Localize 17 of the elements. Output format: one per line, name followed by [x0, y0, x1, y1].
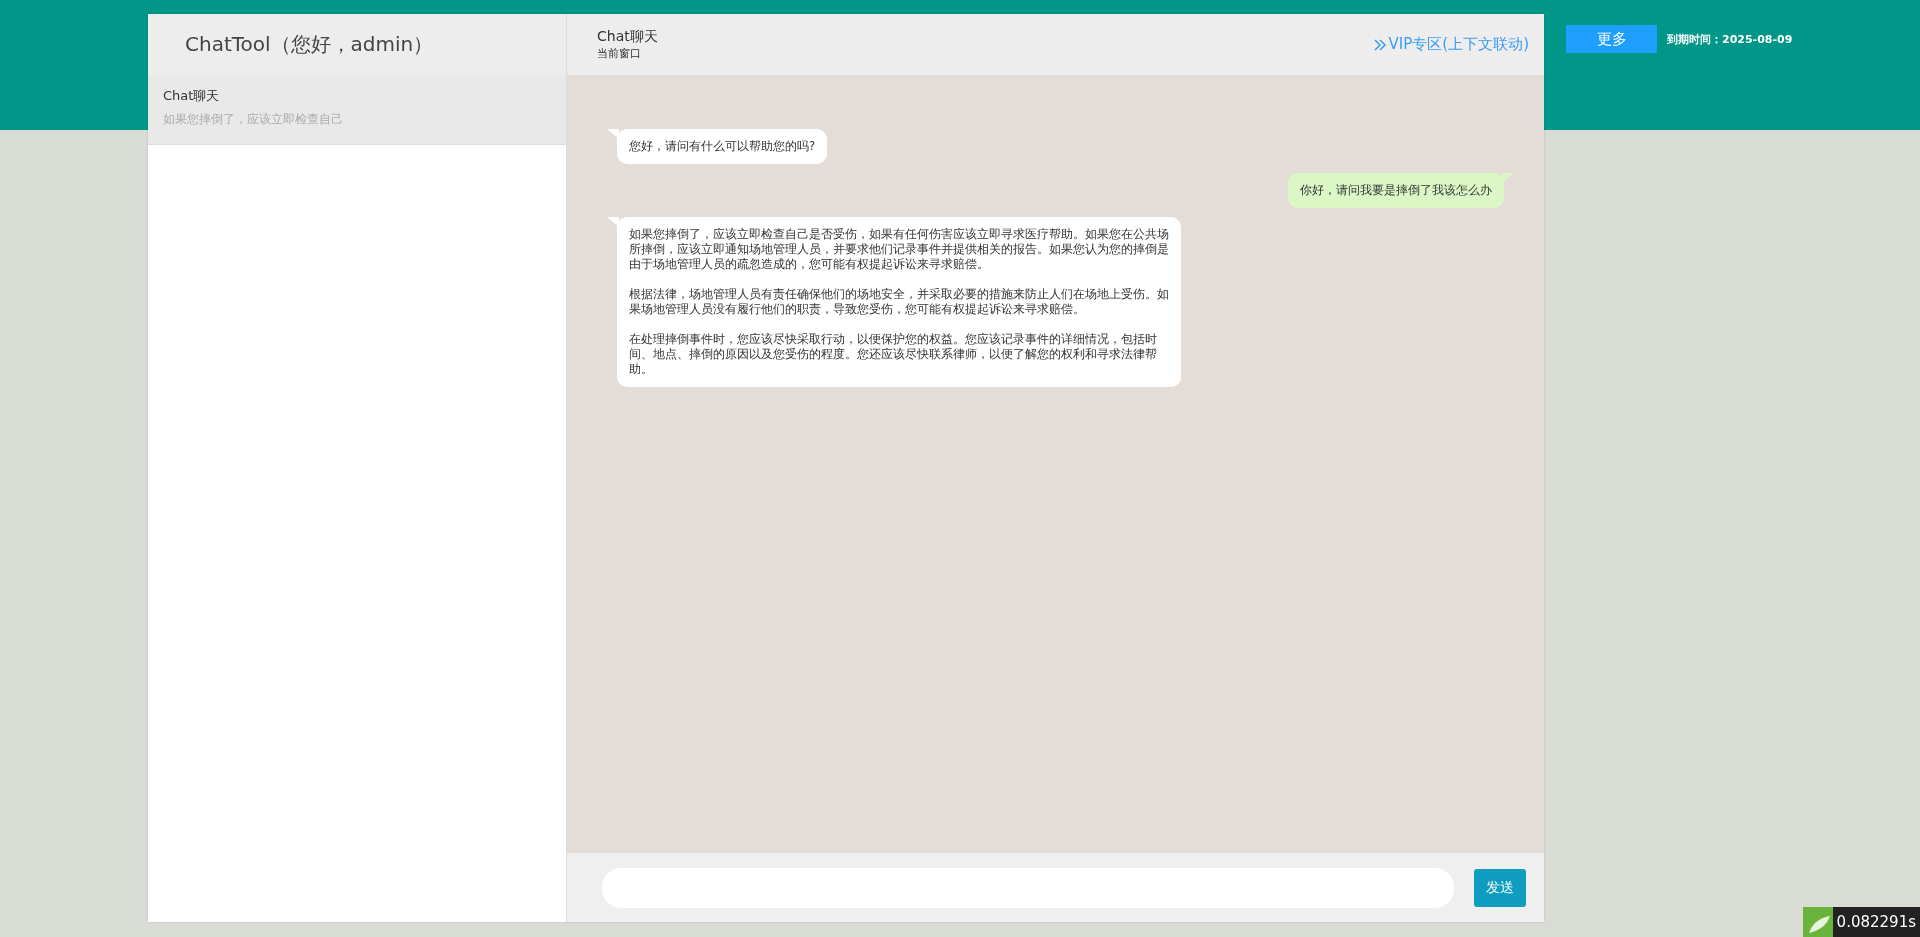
more-button[interactable]: 更多	[1566, 25, 1657, 53]
expiry-date: 到期时间：2025-08-09	[1667, 31, 1793, 47]
trace-badge[interactable]: 0.082291s	[1802, 907, 1920, 937]
double-chevron-icon	[1372, 37, 1387, 52]
send-button[interactable]: 发送	[1474, 868, 1526, 907]
message-text: 在处理摔倒事件时，您应该尽快采取行动，以便保护您的权益。您应该记录事件的详细情况，包括时间、地点、摔倒的原因以及您受伤的程度。您还应该尽快联系律师，以便了解您的权利和寻求法律帮助。	[629, 332, 1158, 377]
chat-title: Chat聊天	[597, 28, 658, 46]
chat-subtitle: 当前窗口	[597, 46, 642, 61]
message-text: 如果您摔倒了，应该立即检查自己是否受伤，如果有任何伤害应该立即寻求医疗帮助。如果您在公共场所摔倒，应该立即通知场地管理人员，并要求他们记录事件并提供相关的报告。如果您认为您的摔倒是由于场地管理人员的疏忽造成的，您可能有权提起诉讼来寻求赔偿。	[629, 227, 1169, 272]
leaf-icon	[1802, 907, 1833, 937]
vip-link[interactable]: VIP专区(上下文联动)	[1372, 35, 1529, 54]
message-text: 根据法律，场地管理人员有责任确保他们的场地安全，并采取必要的措施来防止人们在场地上受伤。如果场地管理人员没有履行他们的职责，导致您受伤，您可能有权提起诉讼来寻求赔偿。	[629, 287, 1169, 317]
app-title: ChatTool（您好，admin）	[148, 14, 566, 75]
message-text: 你好，请问我要是摔倒了我该怎么办	[1300, 183, 1492, 198]
conversation-name: Chat聊天	[163, 87, 221, 105]
message-text: 您好，请问有什么可以帮助您的吗?	[629, 139, 816, 154]
trace-time: 0.082291s	[1836, 913, 1916, 931]
